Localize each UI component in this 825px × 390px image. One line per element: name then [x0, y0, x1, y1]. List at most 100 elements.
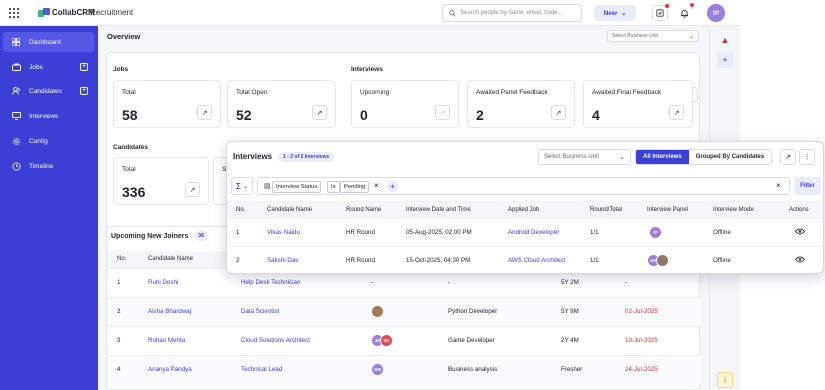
info-icon[interactable]: i: [717, 372, 733, 388]
logo-icon: [38, 8, 50, 17]
table-row[interactable]: 2 Aisha Bhardwaj Data Scientist Python D…: [107, 297, 701, 326]
stat-jobs-open[interactable]: Total Open 52 ↗: [227, 80, 336, 128]
notification-dot: [690, 3, 694, 7]
stat-candidates-total[interactable]: Total 336 ↗: [113, 157, 209, 205]
view-toggle: All Interviews Grouped By Candidates: [635, 149, 773, 165]
stat-value: 58: [122, 107, 138, 123]
brand-name: CollabCRM: [52, 8, 95, 17]
arrow-up-right-icon[interactable]: ↗: [669, 105, 684, 120]
sidebar-item-label: Timeline: [29, 162, 54, 170]
new-button[interactable]: New ⌄: [594, 5, 636, 21]
job-link[interactable]: Cloud Solutions Architect: [241, 337, 310, 344]
experience-cell: 5Y 9M: [561, 308, 579, 315]
row-number: 3: [117, 337, 121, 344]
remove-filter-icon[interactable]: ×: [374, 181, 379, 190]
sidebar-item-timeline[interactable]: Timeline: [3, 156, 94, 176]
experience-cell: 2Y 4M: [561, 337, 579, 344]
add-icon[interactable]: +: [717, 52, 733, 68]
filter-operator-chip[interactable]: Is: [327, 181, 340, 193]
business-unit-select[interactable]: Select Business Unit ⌄: [538, 149, 631, 165]
round-cell: HR Round: [346, 257, 375, 264]
role-cell: Python Developer: [448, 308, 498, 315]
stat-awaited-final-feedback[interactable]: Awaited Final Feedback 4 ↗: [583, 80, 693, 128]
stat-value: 336: [122, 184, 146, 200]
column-header: No.: [236, 207, 246, 213]
candidate-name-link[interactable]: Sakshi Das: [267, 257, 298, 264]
user-avatar[interactable]: IP: [707, 4, 725, 22]
job-link[interactable]: Data Scientist: [241, 308, 279, 315]
clock-icon: [11, 161, 21, 171]
panel-cell: -: [371, 279, 374, 286]
arrow-up-right-icon[interactable]: ↗: [197, 105, 212, 120]
joiners-title: Upcoming New Joiners: [111, 233, 189, 240]
more-button[interactable]: ⋮: [799, 149, 815, 165]
notifications-button[interactable]: [676, 3, 694, 21]
row-number: 2: [117, 308, 121, 315]
role-cell: Game Developer: [448, 337, 495, 344]
row-number: 1: [117, 279, 121, 286]
arrow-up-right-icon[interactable]: ↗: [551, 105, 566, 120]
apps-grid-icon[interactable]: [9, 8, 19, 18]
eye-icon[interactable]: [795, 228, 805, 235]
count-badge: 36: [194, 231, 209, 241]
checkbox-icon: [656, 9, 664, 17]
sidebar-item-config[interactable]: Config: [3, 131, 94, 151]
add-job-button[interactable]: +: [80, 63, 88, 71]
tasks-button[interactable]: [652, 4, 669, 21]
tab-all-interviews[interactable]: All Interviews: [636, 150, 689, 164]
stat-interviews-upcoming[interactable]: Upcoming 0 ↗: [351, 80, 459, 128]
table-row[interactable]: 4 Ananya Pandya Technical Lead SM Busine…: [107, 355, 701, 384]
avatar: [656, 254, 669, 267]
sidebar-item-interviews[interactable]: Interviews: [3, 106, 94, 126]
candidate-name-link[interactable]: Ananya Pandya: [148, 366, 192, 373]
stat-jobs-total[interactable]: Total 58 ↗: [113, 80, 221, 128]
candidate-name-link[interactable]: Vikas Naidu: [267, 229, 300, 236]
table-row[interactable]: 3 Rohan Mehta Cloud Solutions Architect …: [107, 326, 701, 355]
aggregate-button[interactable]: Σ ⌄: [231, 177, 253, 195]
avatar: [371, 305, 384, 318]
candidate-name-link[interactable]: Aisha Bhardwaj: [148, 308, 191, 315]
stat-awaited-panel-feedback[interactable]: Awaited Panel Feedback 2 ↗: [467, 80, 575, 128]
job-link[interactable]: AWS Cloud Architect: [508, 257, 565, 264]
sidebar-item-jobs[interactable]: Jobs +: [3, 57, 94, 77]
tab-grouped-by-candidates[interactable]: Grouped By Candidates: [688, 150, 772, 164]
jobs-section-label: Jobs: [113, 66, 129, 73]
column-header: Interview Date and Time: [406, 207, 471, 213]
module-name: Recruitment: [90, 8, 134, 17]
candidate-name-link[interactable]: Rohan Mehta: [148, 337, 185, 344]
date-cell: -: [625, 279, 628, 286]
page-title: Overview: [107, 32, 141, 41]
sidebar-item-dashboard[interactable]: Dashboard: [3, 32, 94, 52]
search-input[interactable]: Search people by name, email, code...: [442, 4, 582, 22]
graduation-cap-icon[interactable]: ▲: [717, 32, 733, 48]
chevron-down-icon: ⌄: [619, 154, 625, 161]
stat-label: Total: [122, 89, 136, 96]
avatar: IP: [649, 226, 662, 239]
chevron-down-icon: ⌄: [242, 183, 248, 190]
sidebar-item-candidates[interactable]: Candidates +: [3, 81, 94, 101]
table-row[interactable]: 1 Vikas Naidu HR Round 05-Aug-2025, 02:0…: [227, 218, 823, 246]
clear-filter-icon[interactable]: ×: [776, 181, 781, 190]
column-header: No.: [117, 256, 127, 262]
stat-label: Total Open: [236, 89, 268, 96]
eye-icon[interactable]: [795, 256, 805, 263]
expand-button[interactable]: ↗: [780, 149, 796, 165]
filter-value-chip[interactable]: Pending: [340, 181, 370, 193]
job-link[interactable]: Technical Lead: [241, 366, 282, 373]
filter-input[interactable]: ▤ Interview Status Is Pending × + ×: [257, 177, 790, 195]
add-filter-icon[interactable]: +: [387, 181, 398, 192]
arrow-up-right-icon[interactable]: ↗: [185, 182, 200, 197]
table-header: No. Candidate Name Round Name Interview …: [227, 201, 823, 218]
arrow-up-right-icon[interactable]: ↗: [312, 105, 327, 120]
arrow-up-right-icon[interactable]: ↗: [435, 105, 450, 120]
add-candidate-button[interactable]: +: [80, 87, 88, 95]
filter-field-chip[interactable]: Interview Status: [272, 181, 322, 193]
job-link[interactable]: Android Developer: [508, 229, 559, 236]
business-unit-select[interactable]: Select Business Unit ⌄: [607, 30, 699, 42]
job-link[interactable]: Help Desk Technician: [241, 279, 300, 286]
filter-button[interactable]: Filter: [794, 177, 821, 195]
candidate-name-link[interactable]: Ruhi Doshi: [148, 279, 178, 286]
role-cell: -: [448, 279, 451, 286]
table-row[interactable]: 2 Sakshi Das HR Round 15-Oct-2025, 04:30…: [227, 246, 823, 273]
document-icon: ▤: [264, 183, 271, 190]
